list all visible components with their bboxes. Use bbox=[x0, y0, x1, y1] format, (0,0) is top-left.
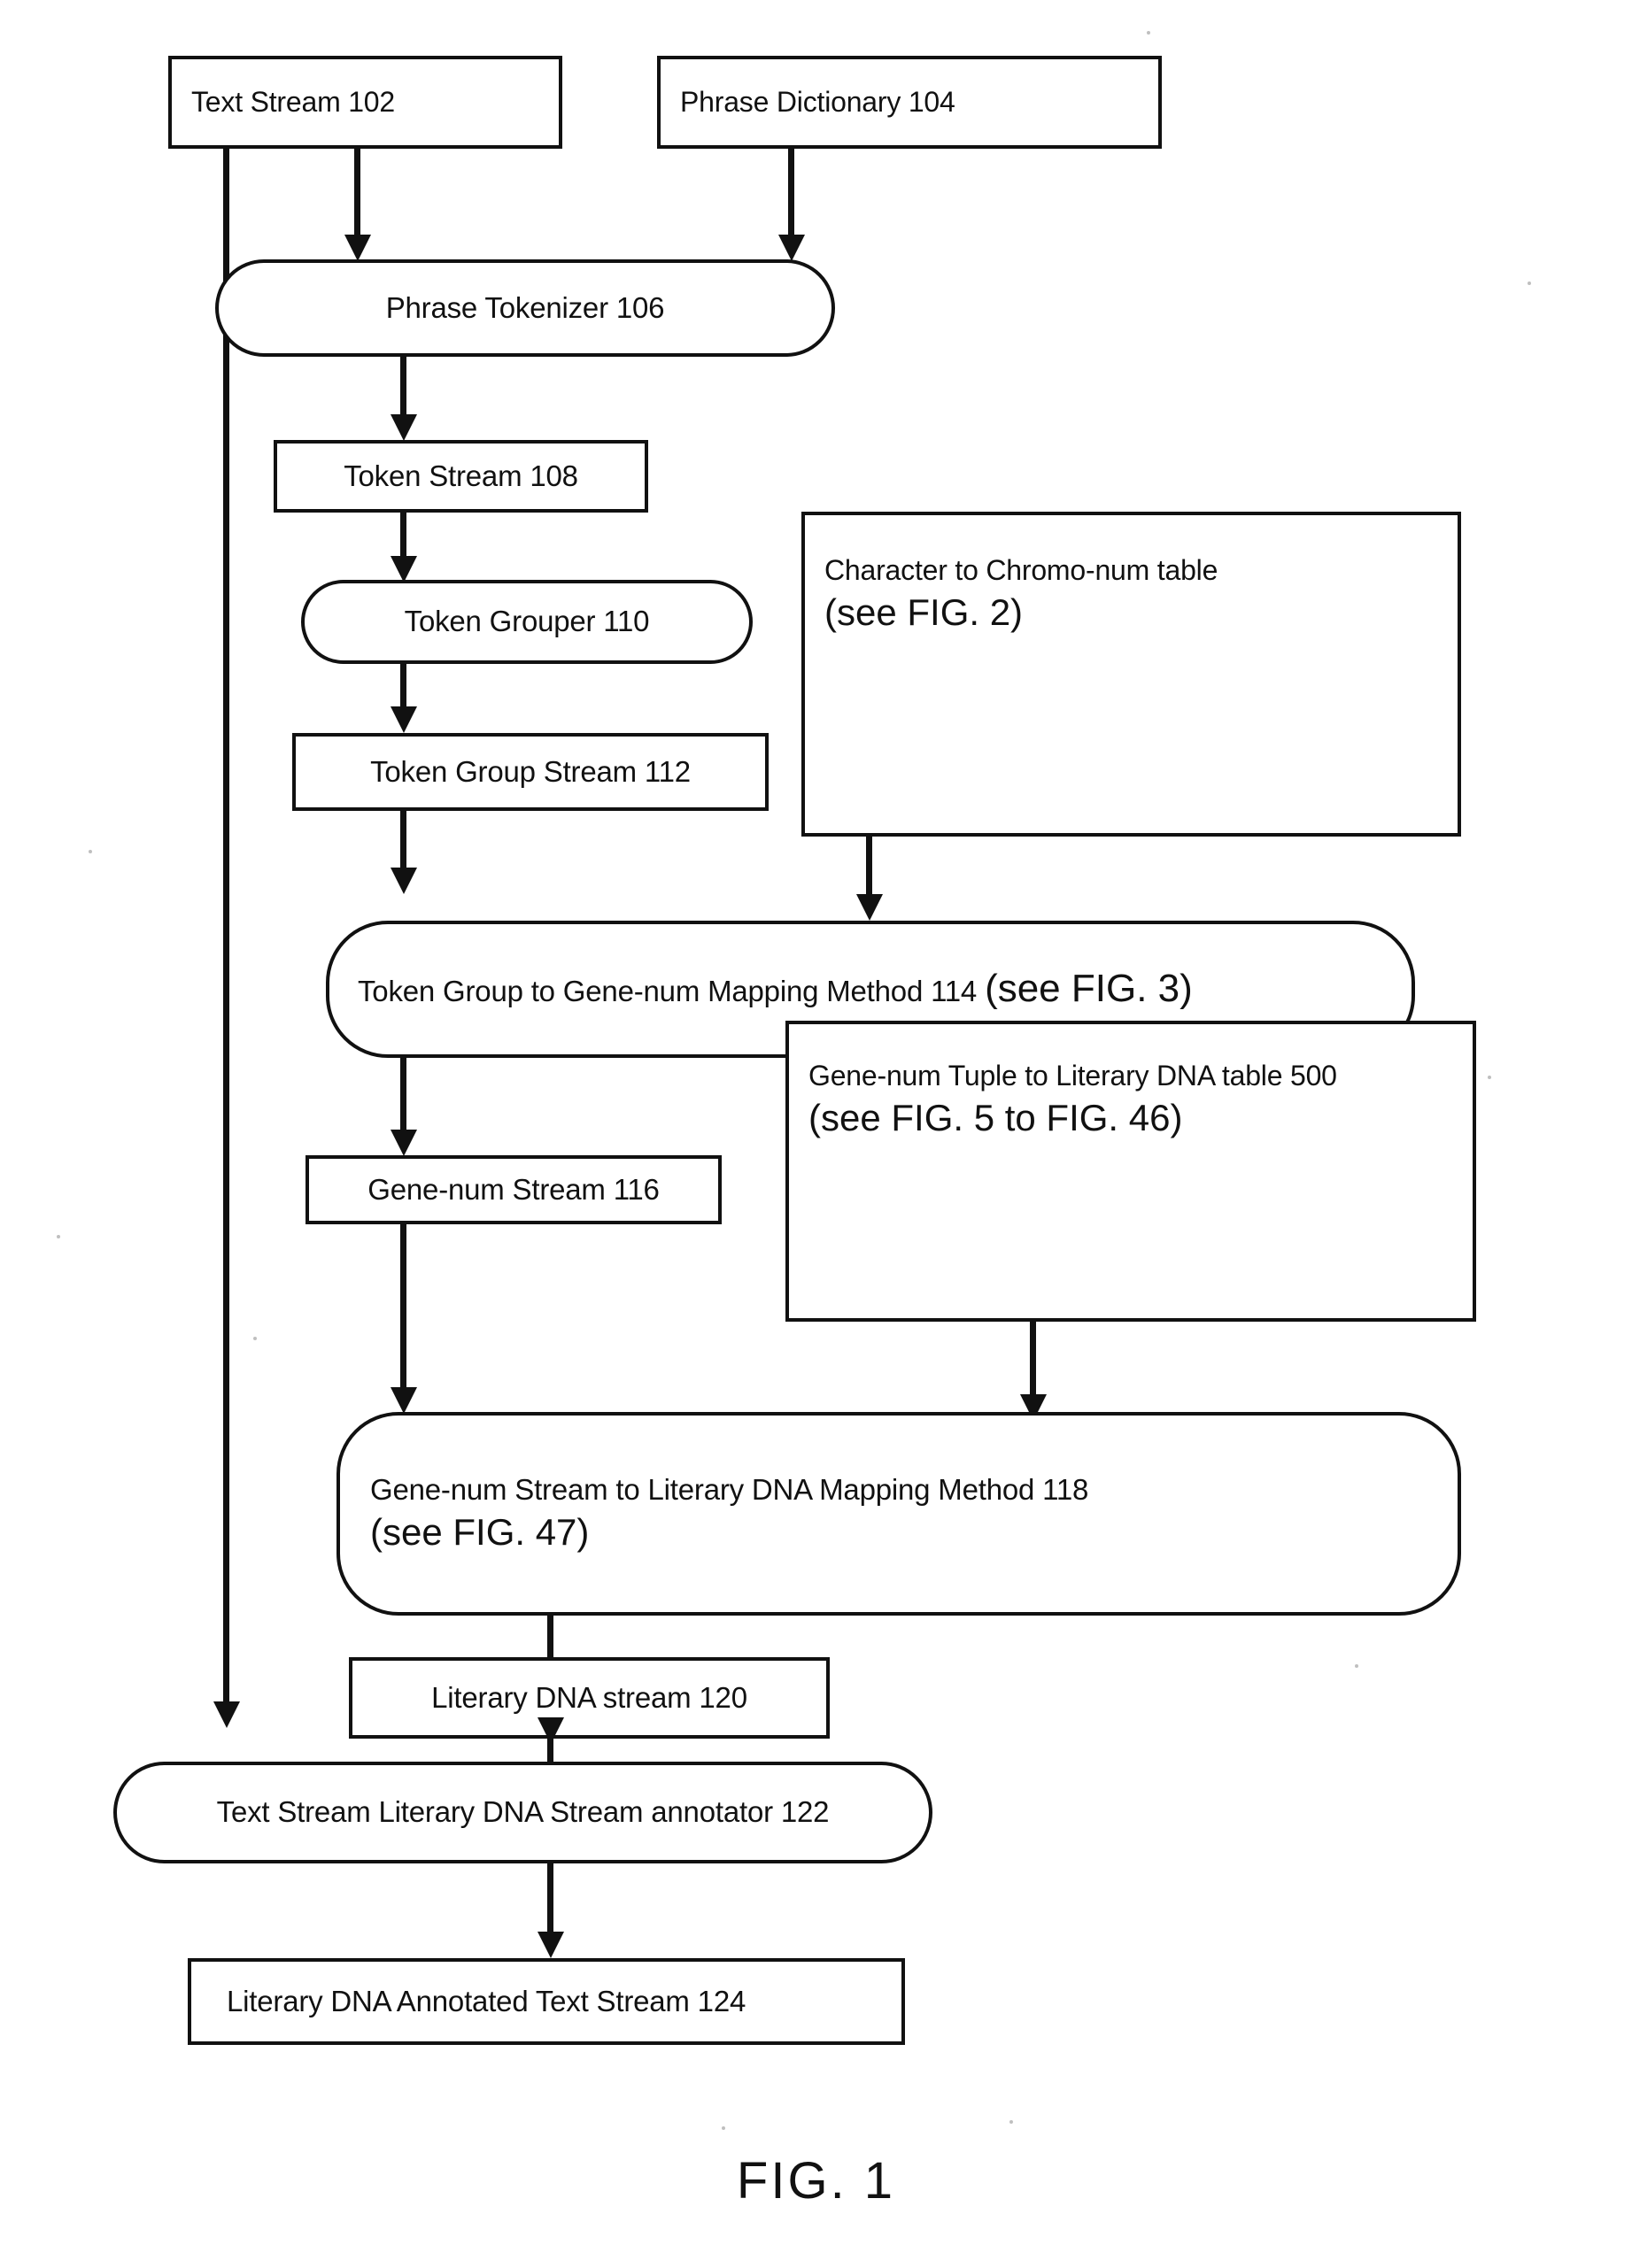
node-char-to-chromo-num-table[interactable]: Character to Chromo-num table (see FIG. … bbox=[801, 512, 1461, 837]
method-label: Token Group to Gene-num Mapping Method 1… bbox=[358, 975, 986, 1008]
edge-line-tuple-table-to-mapping-118 bbox=[1030, 1322, 1036, 1400]
edge-arrowhead-text-stream-to-annotator bbox=[213, 1701, 240, 1728]
node-text-stream-102[interactable]: Text Stream 102 bbox=[168, 56, 562, 149]
node-gene-num-stream-116[interactable]: Gene-num Stream 116 bbox=[306, 1155, 722, 1224]
figure-caption: FIG. 1 bbox=[736, 2152, 896, 2210]
edge-arrowhead-token-stream-to-grouper bbox=[391, 556, 417, 582]
node-label: Phrase Tokenizer 106 bbox=[385, 290, 665, 324]
edge-arrowhead-grouper-to-group-stream bbox=[391, 706, 417, 733]
node-token-group-stream-112[interactable]: Token Group Stream 112 bbox=[292, 733, 769, 811]
node-annotator-122[interactable]: Text Stream Literary DNA Stream annotato… bbox=[113, 1762, 932, 1863]
edge-line-chromo-table-to-mapping-114 bbox=[866, 837, 872, 900]
method-reference: (see FIG. 47) bbox=[370, 1511, 590, 1554]
edge-arrowhead-tokenizer-to-token-stream bbox=[391, 414, 417, 441]
node-token-stream-108[interactable]: Token Stream 108 bbox=[274, 440, 648, 513]
edge-line-tokenizer-to-token-stream bbox=[400, 357, 406, 420]
node-phrase-dictionary-104[interactable]: Phrase Dictionary 104 bbox=[657, 56, 1162, 149]
edge-line-annotator-to-annotated-text-stream bbox=[547, 1863, 553, 1939]
edge-arrowhead-annotator-to-annotated-text-stream bbox=[538, 1932, 564, 1958]
node-label: Literary DNA stream 120 bbox=[431, 1680, 747, 1714]
edge-arrowhead-mapping-114-to-gene-num-stream bbox=[391, 1130, 417, 1156]
node-label: Text Stream 102 bbox=[191, 86, 396, 119]
node-literary-dna-stream-120[interactable]: Literary DNA stream 120 bbox=[349, 1657, 830, 1739]
table-reference: (see FIG. 5 to FIG. 46) bbox=[808, 1096, 1183, 1138]
edge-line-text-stream-to-annotator bbox=[223, 149, 229, 1707]
method-label: Gene-num Stream to Literary DNA Mapping … bbox=[370, 1473, 1089, 1506]
node-gene-num-tuple-table-500[interactable]: Gene-num Tuple to Literary DNA table 500… bbox=[785, 1021, 1476, 1322]
node-label: Text Stream Literary DNA Stream annotato… bbox=[216, 1795, 830, 1829]
edge-arrowhead-group-stream-to-mapping-114 bbox=[391, 868, 417, 894]
edge-arrowhead-dictionary-to-tokenizer bbox=[778, 235, 805, 261]
table-reference: (see FIG. 2) bbox=[824, 590, 1024, 633]
method-reference: (see FIG. 3) bbox=[985, 967, 1193, 1011]
scan-speck bbox=[253, 1337, 257, 1340]
scan-speck bbox=[57, 1235, 60, 1238]
node-label: Gene-num Stream 116 bbox=[367, 1172, 660, 1206]
scan-speck bbox=[1528, 282, 1531, 285]
edge-line-dictionary-to-tokenizer bbox=[788, 149, 794, 239]
scan-speck bbox=[1355, 1664, 1358, 1668]
node-label: Phrase Dictionary 104 bbox=[680, 86, 955, 119]
node-label: Token Grouper 110 bbox=[404, 605, 650, 638]
node-label: Token Stream 108 bbox=[344, 459, 578, 492]
edge-line-text-stream-to-tokenizer bbox=[354, 149, 360, 239]
node-label: Token Group Stream 112 bbox=[370, 754, 691, 788]
scan-speck bbox=[89, 850, 92, 853]
edge-arrowhead-gene-num-stream-to-mapping-118 bbox=[391, 1387, 417, 1414]
table-title: Gene-num Tuple to Literary DNA table 500 bbox=[808, 1060, 1337, 1092]
node-annotated-text-stream-124[interactable]: Literary DNA Annotated Text Stream 124 bbox=[188, 1958, 905, 2045]
edge-arrowhead-literary-dna-stream-to-annotator bbox=[538, 1717, 564, 1744]
edge-arrowhead-chromo-table-to-mapping-114 bbox=[856, 894, 883, 921]
scan-speck bbox=[1488, 1076, 1491, 1079]
edge-line-mapping-114-to-gene-num-stream bbox=[400, 1058, 406, 1136]
node-gene-num-mapping-method-118[interactable]: Gene-num Stream to Literary DNA Mapping … bbox=[336, 1412, 1461, 1616]
table-title: Character to Chromo-num table bbox=[824, 554, 1218, 586]
figure-page: Text Stream 102 Phrase Dictionary 104 Ph… bbox=[0, 0, 1632, 2268]
node-token-grouper-110[interactable]: Token Grouper 110 bbox=[301, 580, 753, 664]
scan-speck bbox=[1147, 31, 1150, 35]
node-label: Literary DNA Annotated Text Stream 124 bbox=[227, 1984, 746, 2017]
scan-speck bbox=[1009, 2120, 1013, 2124]
edge-line-group-stream-to-mapping-114 bbox=[400, 811, 406, 875]
edge-arrowhead-text-stream-to-tokenizer bbox=[344, 235, 371, 261]
edge-line-gene-num-stream-to-mapping-118 bbox=[400, 1224, 406, 1392]
scan-speck bbox=[722, 2126, 725, 2130]
node-phrase-tokenizer-106[interactable]: Phrase Tokenizer 106 bbox=[215, 259, 835, 357]
